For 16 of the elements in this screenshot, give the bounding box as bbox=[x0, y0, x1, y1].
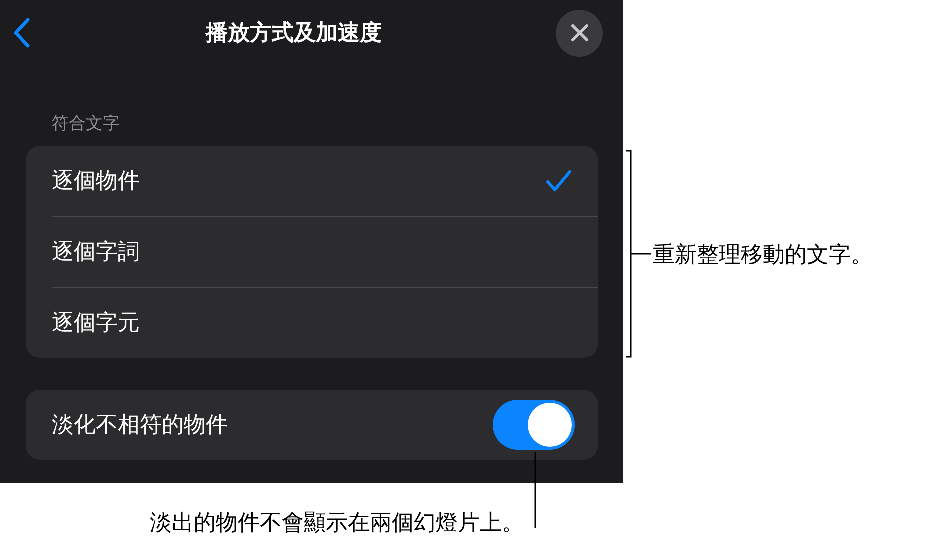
panel-title: 播放方式及加速度 bbox=[206, 19, 382, 47]
option-label: 逐個物件 bbox=[52, 167, 140, 195]
option-row[interactable]: 逐個物件 bbox=[52, 146, 598, 216]
section-label: 符合文字 bbox=[52, 113, 120, 135]
callout-text: 淡出的物件不會顯示在兩個幻燈片上。 bbox=[150, 509, 524, 537]
option-row[interactable]: 逐個字元 bbox=[52, 287, 598, 358]
option-label: 逐個字元 bbox=[52, 309, 140, 337]
close-icon[interactable] bbox=[570, 23, 590, 43]
checkmark-icon bbox=[546, 170, 572, 192]
callout-text: 重新整理移動的文字。 bbox=[653, 241, 873, 269]
option-label: 逐個字詞 bbox=[52, 238, 140, 266]
toggle-switch[interactable] bbox=[493, 400, 575, 450]
back-icon[interactable] bbox=[12, 17, 32, 49]
close-button[interactable] bbox=[556, 10, 603, 56]
option-row[interactable]: 逐個字詞 bbox=[52, 216, 598, 287]
toggle-label: 淡化不相符的物件 bbox=[52, 411, 228, 439]
